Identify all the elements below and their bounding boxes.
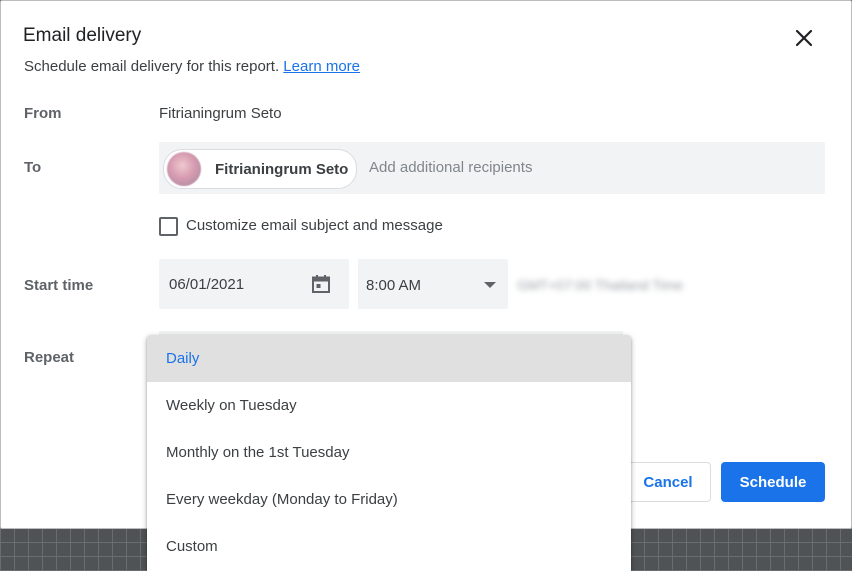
customize-message-label: Customize email subject and message: [186, 217, 443, 234]
avatar: [167, 152, 201, 186]
close-button[interactable]: [789, 23, 819, 53]
recipients-field[interactable]: Fitrianingrum Seto Add additional recipi…: [159, 142, 825, 194]
start-time-label: Start time: [24, 277, 94, 294]
recipient-chip[interactable]: Fitrianingrum Seto: [163, 149, 357, 189]
dialog-title: Email delivery: [23, 25, 142, 46]
close-icon: [795, 29, 813, 47]
repeat-option-monthly[interactable]: Monthly on the 1st Tuesday: [147, 429, 631, 476]
start-time-select[interactable]: 8:00 AM: [358, 259, 508, 309]
learn-more-link[interactable]: Learn more: [283, 58, 360, 75]
timezone-label: GMT+07:00 Thailand Time: [517, 277, 683, 293]
from-label: From: [24, 105, 62, 122]
repeat-option-weekly[interactable]: Weekly on Tuesday: [147, 382, 631, 429]
dialog-subtitle: Schedule email delivery for this report.…: [24, 58, 360, 75]
start-date-field[interactable]: 06/01/2021: [159, 259, 349, 309]
repeat-option-custom[interactable]: Custom: [147, 523, 631, 570]
arrow-drop-down-icon: [484, 282, 496, 288]
to-label: To: [24, 159, 42, 176]
cancel-button[interactable]: Cancel: [625, 462, 711, 502]
start-time-value: 8:00 AM: [366, 277, 422, 294]
repeat-label: Repeat: [24, 349, 75, 366]
schedule-button[interactable]: Schedule: [721, 462, 825, 502]
calendar-icon[interactable]: [311, 274, 331, 294]
subtitle-text: Schedule email delivery for this report.: [24, 58, 280, 75]
customize-message-checkbox[interactable]: [159, 217, 178, 236]
add-recipients-input[interactable]: Add additional recipients: [369, 159, 532, 176]
repeat-dropdown-menu: Daily Weekly on Tuesday Monthly on the 1…: [147, 335, 631, 571]
repeat-option-daily[interactable]: Daily: [147, 335, 631, 382]
from-value: Fitrianingrum Seto: [159, 105, 282, 122]
repeat-option-weekdays[interactable]: Every weekday (Monday to Friday): [147, 476, 631, 523]
recipient-name: Fitrianingrum Seto: [215, 160, 349, 178]
start-date-value: 06/01/2021: [169, 276, 245, 293]
